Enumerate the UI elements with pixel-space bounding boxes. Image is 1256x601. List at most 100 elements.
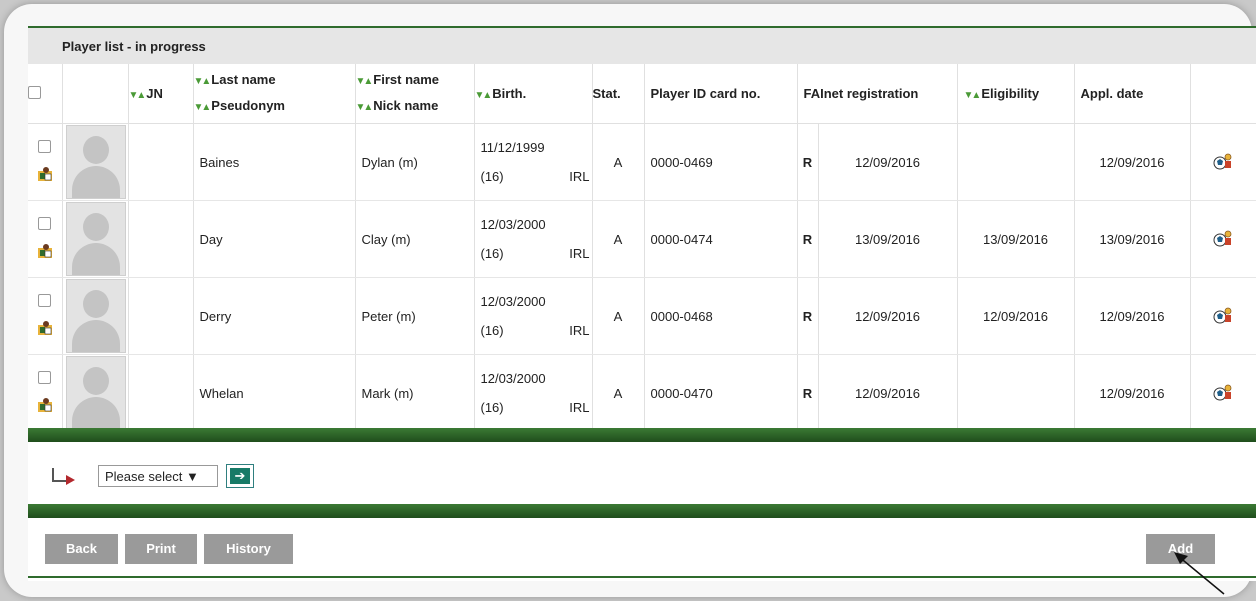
- photo-cell: [62, 354, 129, 432]
- player-detail-icon[interactable]: [1213, 384, 1233, 404]
- nationality: IRL: [569, 169, 590, 184]
- actions-cell[interactable]: [1190, 277, 1256, 355]
- player-role-icon[interactable]: [37, 320, 53, 336]
- birth-cell: 12/03/2000 (16) IRL: [474, 277, 593, 355]
- birth-date: 12/03/2000: [480, 217, 546, 232]
- eligibility-cell: 12/09/2016: [957, 277, 1075, 355]
- appl-date-label: Appl. date: [1080, 86, 1144, 101]
- panel-titlebar: Player list - in progress: [28, 28, 1256, 64]
- row-checkbox[interactable]: [38, 139, 52, 153]
- actions-cell[interactable]: [1190, 123, 1256, 201]
- id-card-cell: 0000-0468: [644, 277, 798, 355]
- stat-label: Stat.: [592, 86, 621, 101]
- player-photo-placeholder: [65, 202, 126, 276]
- player-role-icon[interactable]: [37, 397, 53, 413]
- player-table: ▼▲ JN ▼▲ Last name ▼▲ Pseudonym ▼▲ First nam…: [28, 64, 1256, 432]
- eligibility-header[interactable]: ▼▲ Eligibility: [957, 64, 1075, 124]
- back-button[interactable]: Back: [45, 534, 118, 564]
- table-row[interactable]: Baines Dylan (m) 11/12/1999 (16) IRL A 000…: [28, 123, 1256, 201]
- go-button[interactable]: ➔: [226, 464, 254, 488]
- sort-arrows-icon[interactable]: ▼▲: [475, 90, 493, 101]
- last-name-cell: Baines: [193, 123, 356, 201]
- last-name-header[interactable]: ▼▲ Last name ▼▲ Pseudonym: [193, 64, 356, 124]
- history-button[interactable]: History: [204, 534, 293, 564]
- stat-cell: A: [592, 354, 645, 432]
- stat-cell: A: [592, 123, 645, 201]
- sort-arrows-icon[interactable]: ▼▲: [356, 76, 374, 87]
- row-select-cell[interactable]: [28, 354, 63, 432]
- jn-cell: [128, 200, 194, 278]
- sort-arrows-icon[interactable]: ▼▲: [129, 90, 147, 101]
- dropdown-arrow-icon: ▼: [185, 469, 199, 484]
- appl-date-header: Appl. date: [1074, 64, 1191, 124]
- arrow-right-icon: ➔: [230, 468, 250, 484]
- photo-cell: [62, 123, 129, 201]
- age: (16): [480, 169, 504, 184]
- stat-header: Stat.: [592, 64, 645, 124]
- row-checkbox[interactable]: [38, 370, 52, 384]
- row-checkbox[interactable]: [38, 216, 52, 230]
- actions-cell[interactable]: [1190, 200, 1256, 278]
- jn-cell: [128, 277, 194, 355]
- first-name-cell: Clay (m): [355, 200, 475, 278]
- sort-arrows-icon[interactable]: ▼▲: [356, 102, 374, 113]
- select-all-checkbox[interactable]: [28, 85, 41, 99]
- fainet-label: FAInet registration: [803, 86, 919, 101]
- bulk-action-select[interactable]: Please select ▼: [98, 465, 218, 487]
- fainet-date-cell: 12/09/2016: [818, 354, 958, 432]
- row-checkbox[interactable]: [38, 293, 52, 307]
- last-name-cell: Whelan: [193, 354, 356, 432]
- table-row[interactable]: Day Clay (m) 12/03/2000 (16) IRL A 0000-04…: [28, 200, 1256, 278]
- sort-arrows-icon[interactable]: ▼▲: [194, 102, 212, 113]
- player-photo-placeholder: [65, 279, 126, 353]
- row-select-cell[interactable]: [28, 277, 63, 355]
- reg-flag-cell: R: [797, 200, 819, 278]
- actions-cell[interactable]: [1190, 354, 1256, 432]
- first-name-header[interactable]: ▼▲ First name ▼▲ Nick name: [355, 64, 475, 124]
- age: (16): [480, 246, 504, 261]
- appl-date-cell: 12/09/2016: [1074, 277, 1191, 355]
- row-select-cell[interactable]: [28, 200, 63, 278]
- first-name-label: First name: [373, 71, 440, 87]
- last-name-cell: Derry: [193, 277, 356, 355]
- fainet-date-cell: 12/09/2016: [818, 277, 958, 355]
- player-id-header: Player ID card no.: [644, 64, 798, 124]
- player-detail-icon[interactable]: [1213, 230, 1233, 250]
- player-role-icon[interactable]: [37, 166, 53, 182]
- nationality: IRL: [569, 246, 590, 261]
- birth-cell: 12/03/2000 (16) IRL: [474, 354, 593, 432]
- first-name-cell: Dylan (m): [355, 123, 475, 201]
- table-row[interactable]: Whelan Mark (m) 12/03/2000 (16) IRL A 0000…: [28, 354, 1256, 432]
- id-card-cell: 0000-0469: [644, 123, 798, 201]
- birth-date: 12/03/2000: [480, 371, 546, 386]
- reg-flag-cell: R: [797, 277, 819, 355]
- player-detail-icon[interactable]: [1213, 153, 1233, 173]
- nationality: IRL: [569, 323, 590, 338]
- bulk-arrow-head-icon: [66, 475, 75, 485]
- stat-cell: A: [592, 200, 645, 278]
- nick-name-label: Nick name: [373, 97, 439, 113]
- birth-header[interactable]: ▼▲ Birth.: [474, 64, 593, 124]
- photo-header: [62, 64, 129, 124]
- footer-line: [28, 576, 1256, 578]
- sort-arrows-icon[interactable]: ▼▲: [964, 90, 982, 101]
- bulk-action-select-value: Please select: [105, 469, 183, 484]
- green-separator: [28, 428, 1256, 442]
- player-role-icon[interactable]: [37, 243, 53, 259]
- row-select-cell[interactable]: [28, 123, 63, 201]
- eligibility-cell: [957, 354, 1075, 432]
- eligibility-cell: [957, 123, 1075, 201]
- player-photo-placeholder: [65, 125, 126, 199]
- sort-arrows-icon[interactable]: ▼▲: [194, 76, 212, 87]
- player-detail-icon[interactable]: [1213, 307, 1233, 327]
- age: (16): [480, 323, 504, 338]
- id-card-cell: 0000-0470: [644, 354, 798, 432]
- appl-date-cell: 13/09/2016: [1074, 200, 1191, 278]
- print-button[interactable]: Print: [125, 534, 197, 564]
- stat-cell: A: [592, 277, 645, 355]
- table-row[interactable]: Derry Peter (m) 12/03/2000 (16) IRL A 0000…: [28, 277, 1256, 355]
- photo-cell: [62, 200, 129, 278]
- jn-header[interactable]: ▼▲ JN: [128, 64, 194, 124]
- fainet-header: FAInet registration: [797, 64, 958, 124]
- select-all-cell[interactable]: [28, 64, 63, 124]
